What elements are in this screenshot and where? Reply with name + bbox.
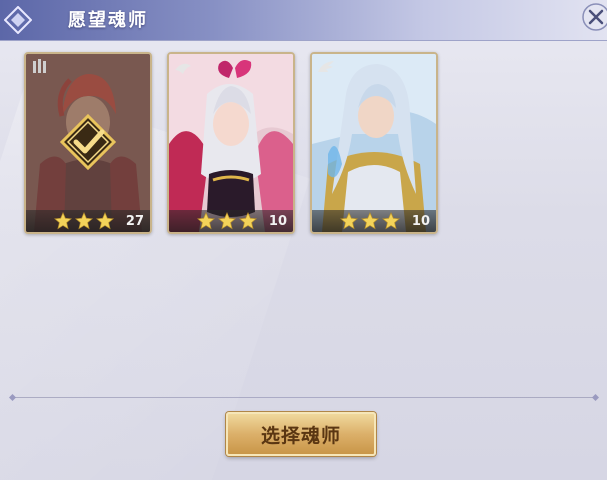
star-icon [239,212,257,230]
divider-end-icon [592,394,599,401]
star-icon [361,212,379,230]
select-soulmaster-button[interactable]: 选择魂师 [226,412,376,456]
star-icon [218,212,236,230]
soulmaster-card[interactable]: 10 [310,52,438,234]
star-icon [54,212,72,230]
card-level: 27 [125,214,144,229]
wing-class-icon [318,61,334,72]
star-icon [75,212,93,230]
soulmaster-card[interactable]: 27 [24,52,152,234]
divider-end-icon [9,394,16,401]
card-footer: 10 [169,210,293,232]
support-class-icon [175,63,191,74]
panel-header: 愿望魂师 [0,0,607,41]
star-icon [382,212,400,230]
tank-class-icon [33,59,46,73]
wish-soulmaster-panel: 愿望魂师 27 10 10 选择魂师 [0,0,607,480]
card-portrait-silver-hair [312,54,436,232]
card-level: 10 [268,214,287,229]
card-portrait-butterfly [169,54,293,232]
soulmaster-card[interactable]: 10 [167,52,295,234]
panel-title: 愿望魂师 [68,10,148,31]
select-soulmaster-label: 选择魂师 [260,424,341,447]
star-rating [340,212,400,230]
star-icon [340,212,358,230]
close-icon[interactable] [581,2,607,32]
section-divider [12,397,596,398]
diamond-ornament-icon [4,6,32,34]
card-level: 10 [411,214,430,229]
star-rating [197,212,257,230]
card-portrait-red-hair [26,54,150,232]
card-footer: 10 [312,210,436,232]
star-rating [54,212,114,230]
card-footer: 27 [26,210,150,232]
star-icon [197,212,215,230]
star-icon [96,212,114,230]
